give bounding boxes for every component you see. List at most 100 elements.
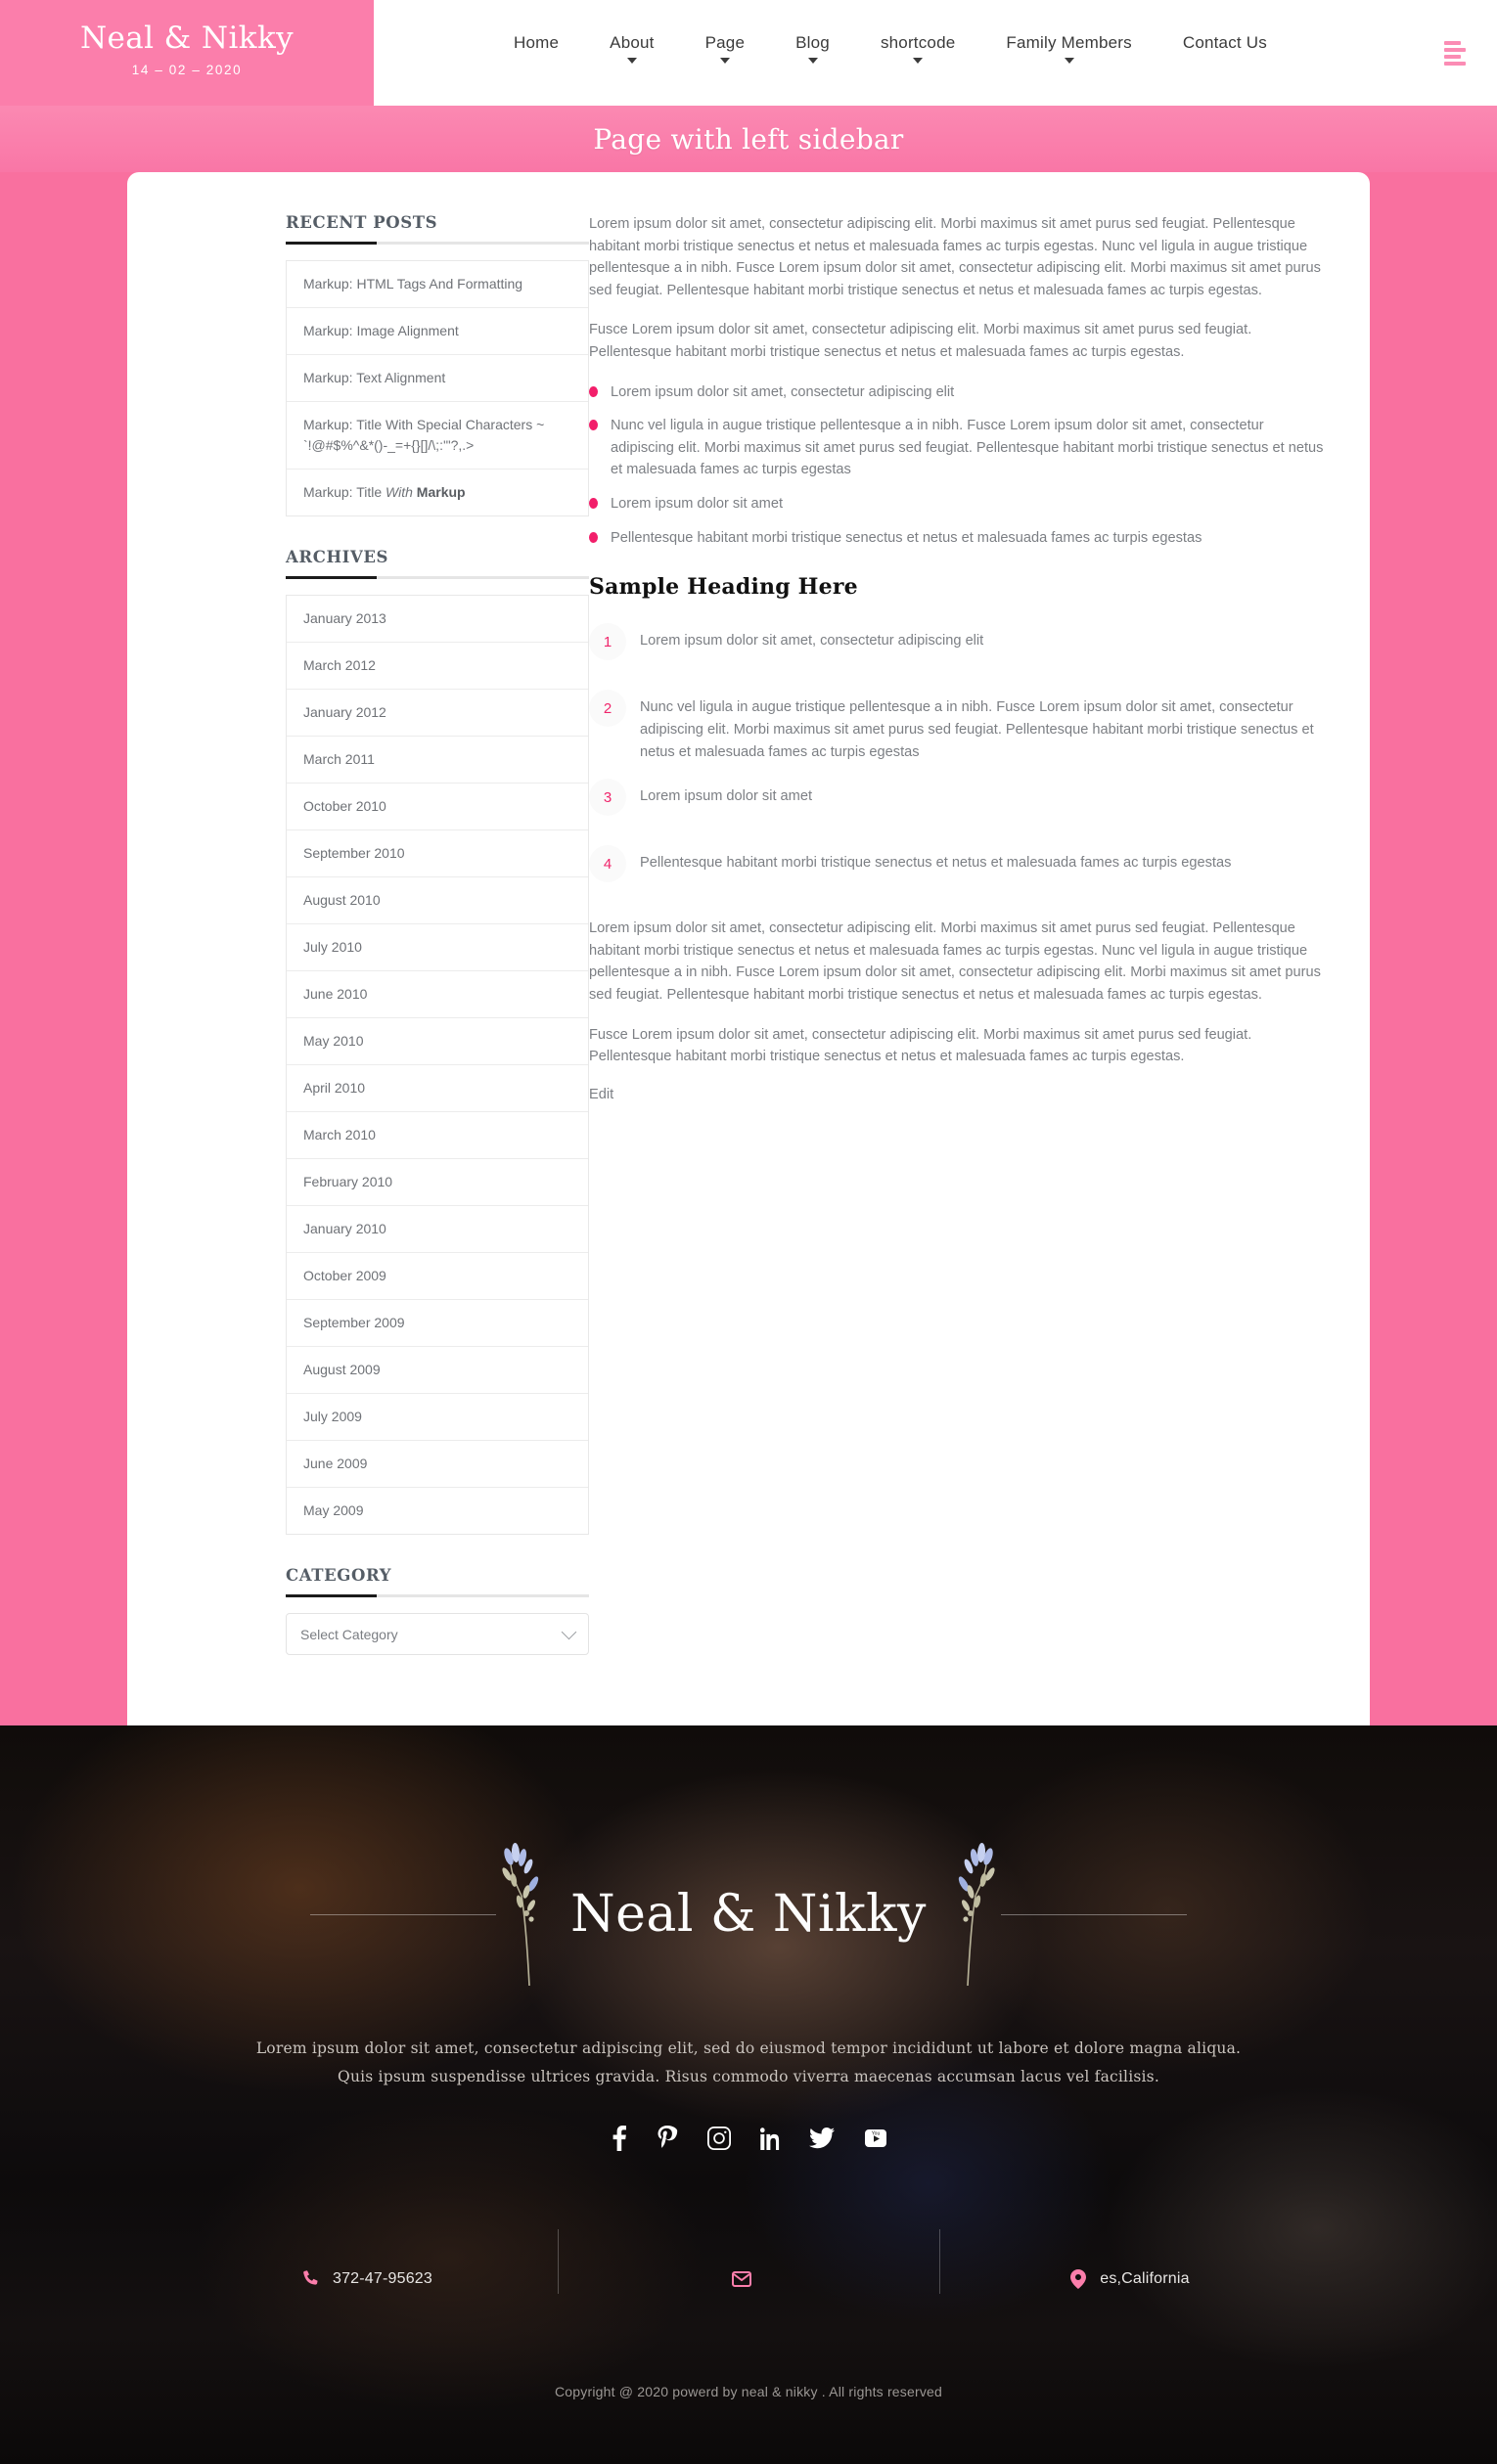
recent-posts-list: Markup: HTML Tags And Formatting Markup: … [286,260,589,516]
widget-recent-posts: RECENT POSTS Markup: HTML Tags And Forma… [286,213,589,516]
nav-item-blog[interactable]: Blog [795,33,830,64]
recent-post-item[interactable]: Markup: Title With Special Characters ~ … [287,402,588,470]
hamburger-icon[interactable] [1444,41,1468,66]
page-title: Page with left sidebar [593,122,904,156]
archive-item[interactable]: March 2012 [287,643,588,690]
site-header: Neal & Nikky 14 – 02 – 2020 Home About Pag… [0,0,1497,106]
numbered-item-text: Lorem ipsum dolor sit amet [640,788,813,805]
brand-date: 14 – 02 – 2020 [131,63,243,78]
linkedin-icon[interactable] [759,2126,780,2151]
social-links: You [0,2126,1497,2152]
archive-item[interactable]: April 2010 [287,1065,588,1112]
nav-item-shortcode[interactable]: shortcode [881,33,955,64]
content-card: RECENT POSTS Markup: HTML Tags And Forma… [127,172,1370,1725]
recent-post-item[interactable]: Markup: Image Alignment [287,308,588,355]
youtube-icon[interactable]: You [864,2126,887,2151]
floral-sprig-right-icon [940,1841,1001,1988]
widget-category: CATEGORY Select Category [286,1566,589,1655]
category-select-value: Select Category [300,1626,398,1642]
site-footer: Neal & Nikky Lorem ipsum dolor sit amet,… [0,1725,1497,2464]
nav-item-label: Blog [795,33,830,52]
archive-item[interactable]: January 2010 [287,1206,588,1253]
recent-post-item[interactable]: Markup: Text Alignment [287,355,588,402]
sample-heading: Sample Heading Here [589,574,858,601]
archive-item[interactable]: September 2009 [287,1300,588,1347]
edit-link[interactable]: Edit [589,1087,613,1102]
footer-description: Lorem ipsum dolor sit amet, consectetur … [0,2035,1497,2090]
archive-item[interactable]: July 2010 [287,924,588,971]
nav-item-contact-us[interactable]: Contact Us [1183,33,1267,64]
contact-location[interactable]: es,California [939,2221,1321,2295]
bullet-item: Lorem ipsum dolor sit amet [589,493,1331,515]
archive-item[interactable]: May 2009 [287,1488,588,1534]
phone-icon [301,2270,319,2288]
divider-left [310,1913,497,1915]
archive-item[interactable]: June 2009 [287,1441,588,1488]
pinterest-icon[interactable] [657,2126,678,2151]
twitter-icon[interactable] [808,2126,835,2151]
widget-divider [286,1594,589,1597]
nav-list: Home About Page Blog shortcode Family Members… [488,33,1293,64]
nav-item-label: Family Members [1006,33,1132,52]
paragraph-4: Fusce Lorem ipsum dolor sit amet, consec… [589,1026,1252,1065]
widget-divider [286,242,589,245]
content-strip: RECENT POSTS Markup: HTML Tags And Forma… [0,172,1497,1725]
widget-title-category: CATEGORY [286,1566,392,1585]
numbered-item-badge: 1 [589,623,626,661]
widget-archives: ARCHIVES January 2013 March 2012 January 2… [286,548,589,1535]
recent-post-item[interactable]: Markup: HTML Tags And Formatting [287,261,588,308]
archive-item[interactable]: September 2010 [287,830,588,877]
instagram-icon[interactable] [706,2126,731,2151]
location-icon [1070,2269,1087,2290]
bullet-list: Lorem ipsum dolor sit amet, consectetur … [589,381,1331,550]
nav-item-label: Page [704,33,746,52]
bullet-item: Lorem ipsum dolor sit amet, consectetur … [589,381,1331,404]
numbered-item: 3 Lorem ipsum dolor sit amet [589,777,1331,829]
brand-block[interactable]: Neal & Nikky 14 – 02 – 2020 [0,0,374,106]
archive-item[interactable]: October 2010 [287,784,588,830]
left-sidebar: RECENT POSTS Markup: HTML Tags And Forma… [147,213,589,1686]
numbered-item: 2 Nunc vel ligula in augue tristique pell… [589,688,1331,763]
numbered-item-text: Pellentesque habitant morbi tristique se… [640,855,1232,872]
nav-item-family-members[interactable]: Family Members [1006,33,1132,64]
archive-item[interactable]: March 2011 [287,737,588,784]
archive-item[interactable]: February 2010 [287,1159,588,1206]
nav-item-about[interactable]: About [610,33,654,64]
archive-item[interactable]: March 2010 [287,1112,588,1159]
recent-post-item[interactable]: Markup: Title With Markup [287,470,588,515]
mail-icon [732,2271,751,2288]
widget-divider [286,576,589,579]
numbered-item-badge: 3 [589,779,626,817]
paragraph-2: Fusce Lorem ipsum dolor sit amet, consec… [589,322,1252,361]
contact-bar: 372-47-95623 es,California [0,2221,1497,2295]
chevron-down-icon [626,58,637,64]
contact-phone[interactable]: 372-47-95623 [176,2221,558,2294]
chevron-down-icon [913,58,924,64]
nav-item-label: Home [514,33,560,52]
footer-logo: Neal & Nikky [570,1885,927,1944]
facebook-icon[interactable] [611,2126,627,2152]
archive-item[interactable]: May 2010 [287,1018,588,1065]
archive-item[interactable]: July 2009 [287,1394,588,1441]
copyright-text: Copyright @ 2020 powerd by neal & nikky … [554,2384,943,2400]
chevron-down-icon [561,1624,577,1639]
contact-email[interactable] [558,2221,939,2295]
nav-item-home[interactable]: Home [514,33,559,64]
widget-title-archives: ARCHIVES [286,548,389,566]
archives-list: January 2013 March 2012 January 2012 March … [286,595,589,1535]
numbered-list: 1 Lorem ipsum dolor sit amet, consectetur… [589,621,1331,896]
archive-item[interactable]: January 2013 [287,596,588,643]
category-select[interactable]: Select Category [286,1613,589,1655]
archive-item[interactable]: August 2010 [287,877,588,924]
chevron-down-icon [719,58,730,64]
nav-item-page[interactable]: Page [705,33,746,64]
archive-item[interactable]: October 2009 [287,1253,588,1300]
paragraph-1: Lorem ipsum dolor sit amet, consectetur … [589,216,1321,298]
archive-item[interactable]: June 2010 [287,971,588,1018]
nav-item-label: About [610,33,655,52]
archive-item[interactable]: January 2012 [287,690,588,737]
paragraph-3: Lorem ipsum dolor sit amet, consectetur … [589,920,1321,1003]
numbered-item-text: Nunc vel ligula in augue tristique pelle… [640,699,1314,760]
numbered-item-text: Lorem ipsum dolor sit amet, consectetur … [640,633,984,650]
archive-item[interactable]: August 2009 [287,1347,588,1394]
